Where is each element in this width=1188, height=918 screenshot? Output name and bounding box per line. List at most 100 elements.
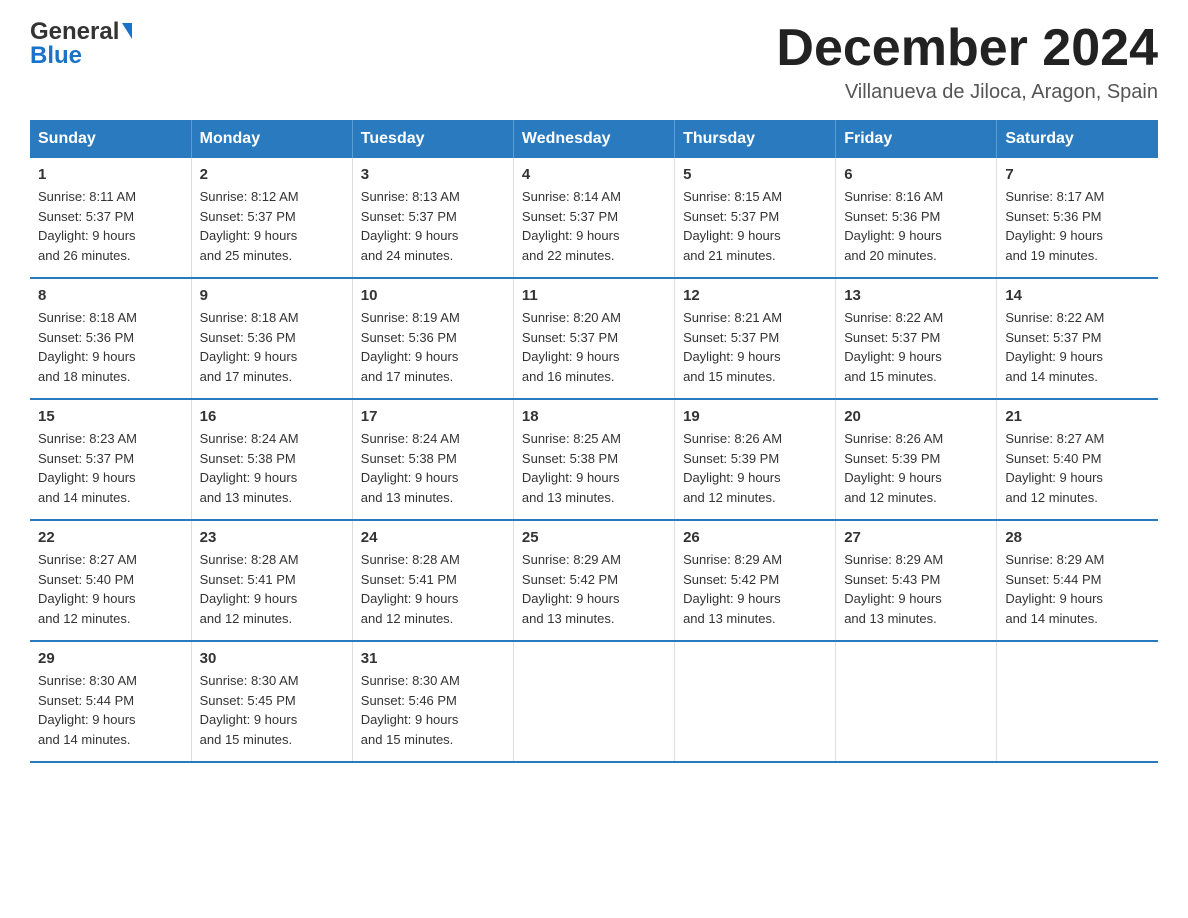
day-info: Sunrise: 8:29 AMSunset: 5:42 PMDaylight:… <box>683 552 782 626</box>
day-info: Sunrise: 8:13 AMSunset: 5:37 PMDaylight:… <box>361 189 460 263</box>
page-header: General Blue December 2024 Villanueva de… <box>30 20 1158 104</box>
calendar-week-3: 15 Sunrise: 8:23 AMSunset: 5:37 PMDaylig… <box>30 399 1158 520</box>
day-info: Sunrise: 8:30 AMSunset: 5:45 PMDaylight:… <box>200 673 299 747</box>
day-info: Sunrise: 8:28 AMSunset: 5:41 PMDaylight:… <box>361 552 460 626</box>
day-number: 2 <box>200 166 344 183</box>
logo-text-general: General <box>30 20 119 44</box>
calendar-cell: 19 Sunrise: 8:26 AMSunset: 5:39 PMDaylig… <box>675 399 836 520</box>
day-number: 15 <box>38 408 183 425</box>
calendar-cell: 29 Sunrise: 8:30 AMSunset: 5:44 PMDaylig… <box>30 641 191 762</box>
day-info: Sunrise: 8:18 AMSunset: 5:36 PMDaylight:… <box>38 310 137 384</box>
calendar-cell: 27 Sunrise: 8:29 AMSunset: 5:43 PMDaylig… <box>836 520 997 641</box>
day-number: 21 <box>1005 408 1150 425</box>
calendar-week-5: 29 Sunrise: 8:30 AMSunset: 5:44 PMDaylig… <box>30 641 1158 762</box>
day-info: Sunrise: 8:28 AMSunset: 5:41 PMDaylight:… <box>200 552 299 626</box>
day-number: 8 <box>38 287 183 304</box>
day-number: 11 <box>522 287 666 304</box>
calendar-cell: 17 Sunrise: 8:24 AMSunset: 5:38 PMDaylig… <box>352 399 513 520</box>
day-number: 23 <box>200 529 344 546</box>
calendar-cell <box>513 641 674 762</box>
day-info: Sunrise: 8:18 AMSunset: 5:36 PMDaylight:… <box>200 310 299 384</box>
calendar-cell: 20 Sunrise: 8:26 AMSunset: 5:39 PMDaylig… <box>836 399 997 520</box>
calendar-table: Sunday Monday Tuesday Wednesday Thursday… <box>30 120 1158 763</box>
day-number: 12 <box>683 287 827 304</box>
day-number: 10 <box>361 287 505 304</box>
logo-text-blue: Blue <box>30 42 82 70</box>
day-info: Sunrise: 8:14 AMSunset: 5:37 PMDaylight:… <box>522 189 621 263</box>
calendar-cell: 26 Sunrise: 8:29 AMSunset: 5:42 PMDaylig… <box>675 520 836 641</box>
day-number: 24 <box>361 529 505 546</box>
col-header-saturday: Saturday <box>997 120 1158 158</box>
calendar-header-row: Sunday Monday Tuesday Wednesday Thursday… <box>30 120 1158 158</box>
day-number: 13 <box>844 287 988 304</box>
calendar-week-1: 1 Sunrise: 8:11 AMSunset: 5:37 PMDayligh… <box>30 158 1158 278</box>
day-info: Sunrise: 8:16 AMSunset: 5:36 PMDaylight:… <box>844 189 943 263</box>
calendar-cell: 7 Sunrise: 8:17 AMSunset: 5:36 PMDayligh… <box>997 158 1158 278</box>
col-header-wednesday: Wednesday <box>513 120 674 158</box>
calendar-cell: 28 Sunrise: 8:29 AMSunset: 5:44 PMDaylig… <box>997 520 1158 641</box>
calendar-cell: 8 Sunrise: 8:18 AMSunset: 5:36 PMDayligh… <box>30 278 191 399</box>
calendar-cell: 12 Sunrise: 8:21 AMSunset: 5:37 PMDaylig… <box>675 278 836 399</box>
calendar-cell: 10 Sunrise: 8:19 AMSunset: 5:36 PMDaylig… <box>352 278 513 399</box>
day-info: Sunrise: 8:27 AMSunset: 5:40 PMDaylight:… <box>1005 431 1104 505</box>
day-number: 30 <box>200 650 344 667</box>
day-number: 20 <box>844 408 988 425</box>
day-number: 5 <box>683 166 827 183</box>
day-info: Sunrise: 8:26 AMSunset: 5:39 PMDaylight:… <box>844 431 943 505</box>
col-header-thursday: Thursday <box>675 120 836 158</box>
day-info: Sunrise: 8:26 AMSunset: 5:39 PMDaylight:… <box>683 431 782 505</box>
calendar-cell: 24 Sunrise: 8:28 AMSunset: 5:41 PMDaylig… <box>352 520 513 641</box>
calendar-cell: 21 Sunrise: 8:27 AMSunset: 5:40 PMDaylig… <box>997 399 1158 520</box>
day-info: Sunrise: 8:29 AMSunset: 5:42 PMDaylight:… <box>522 552 621 626</box>
calendar-cell: 6 Sunrise: 8:16 AMSunset: 5:36 PMDayligh… <box>836 158 997 278</box>
day-info: Sunrise: 8:24 AMSunset: 5:38 PMDaylight:… <box>361 431 460 505</box>
day-number: 7 <box>1005 166 1150 183</box>
logo-triangle-icon <box>122 23 132 39</box>
col-header-sunday: Sunday <box>30 120 191 158</box>
day-number: 31 <box>361 650 505 667</box>
day-info: Sunrise: 8:22 AMSunset: 5:37 PMDaylight:… <box>844 310 943 384</box>
day-info: Sunrise: 8:29 AMSunset: 5:44 PMDaylight:… <box>1005 552 1104 626</box>
day-number: 26 <box>683 529 827 546</box>
day-number: 9 <box>200 287 344 304</box>
day-info: Sunrise: 8:19 AMSunset: 5:36 PMDaylight:… <box>361 310 460 384</box>
col-header-tuesday: Tuesday <box>352 120 513 158</box>
day-info: Sunrise: 8:27 AMSunset: 5:40 PMDaylight:… <box>38 552 137 626</box>
col-header-monday: Monday <box>191 120 352 158</box>
calendar-cell: 2 Sunrise: 8:12 AMSunset: 5:37 PMDayligh… <box>191 158 352 278</box>
calendar-cell: 16 Sunrise: 8:24 AMSunset: 5:38 PMDaylig… <box>191 399 352 520</box>
calendar-cell: 11 Sunrise: 8:20 AMSunset: 5:37 PMDaylig… <box>513 278 674 399</box>
day-number: 1 <box>38 166 183 183</box>
calendar-cell: 5 Sunrise: 8:15 AMSunset: 5:37 PMDayligh… <box>675 158 836 278</box>
day-number: 16 <box>200 408 344 425</box>
calendar-cell: 31 Sunrise: 8:30 AMSunset: 5:46 PMDaylig… <box>352 641 513 762</box>
calendar-cell <box>675 641 836 762</box>
day-number: 3 <box>361 166 505 183</box>
day-info: Sunrise: 8:23 AMSunset: 5:37 PMDaylight:… <box>38 431 137 505</box>
day-info: Sunrise: 8:29 AMSunset: 5:43 PMDaylight:… <box>844 552 943 626</box>
calendar-cell: 14 Sunrise: 8:22 AMSunset: 5:37 PMDaylig… <box>997 278 1158 399</box>
calendar-cell <box>836 641 997 762</box>
day-number: 19 <box>683 408 827 425</box>
day-info: Sunrise: 8:30 AMSunset: 5:46 PMDaylight:… <box>361 673 460 747</box>
calendar-cell: 4 Sunrise: 8:14 AMSunset: 5:37 PMDayligh… <box>513 158 674 278</box>
day-number: 22 <box>38 529 183 546</box>
calendar-cell: 1 Sunrise: 8:11 AMSunset: 5:37 PMDayligh… <box>30 158 191 278</box>
day-info: Sunrise: 8:21 AMSunset: 5:37 PMDaylight:… <box>683 310 782 384</box>
calendar-cell: 9 Sunrise: 8:18 AMSunset: 5:36 PMDayligh… <box>191 278 352 399</box>
day-number: 18 <box>522 408 666 425</box>
day-info: Sunrise: 8:12 AMSunset: 5:37 PMDaylight:… <box>200 189 299 263</box>
day-info: Sunrise: 8:22 AMSunset: 5:37 PMDaylight:… <box>1005 310 1104 384</box>
calendar-cell: 18 Sunrise: 8:25 AMSunset: 5:38 PMDaylig… <box>513 399 674 520</box>
calendar-cell: 13 Sunrise: 8:22 AMSunset: 5:37 PMDaylig… <box>836 278 997 399</box>
day-number: 6 <box>844 166 988 183</box>
day-info: Sunrise: 8:20 AMSunset: 5:37 PMDaylight:… <box>522 310 621 384</box>
day-info: Sunrise: 8:11 AMSunset: 5:37 PMDaylight:… <box>38 189 136 263</box>
day-info: Sunrise: 8:30 AMSunset: 5:44 PMDaylight:… <box>38 673 137 747</box>
calendar-cell: 15 Sunrise: 8:23 AMSunset: 5:37 PMDaylig… <box>30 399 191 520</box>
day-number: 25 <box>522 529 666 546</box>
day-number: 29 <box>38 650 183 667</box>
calendar-cell: 23 Sunrise: 8:28 AMSunset: 5:41 PMDaylig… <box>191 520 352 641</box>
day-number: 27 <box>844 529 988 546</box>
day-number: 28 <box>1005 529 1150 546</box>
